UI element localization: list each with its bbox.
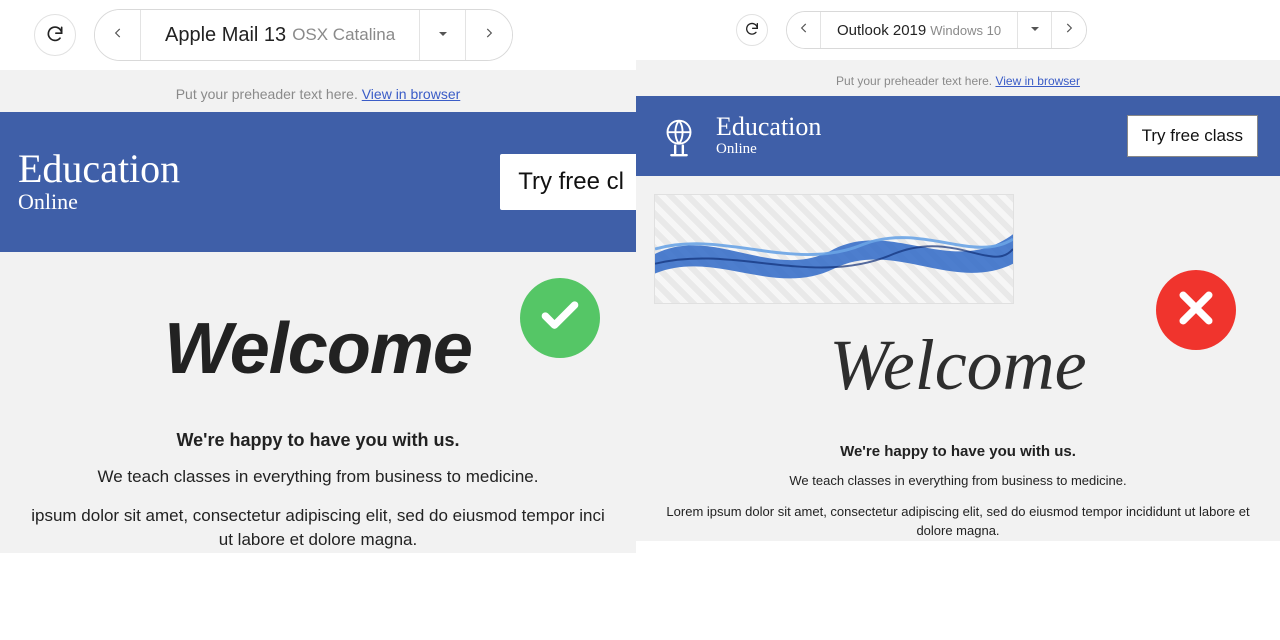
client-label: Apple Mail 13 OSX Catalina	[141, 10, 420, 60]
chevron-right-icon	[482, 26, 496, 45]
prev-client-button[interactable]	[787, 12, 821, 48]
hero-image-broken	[654, 194, 1014, 304]
brand-line2: Online	[716, 140, 821, 158]
brand-line1: Education	[18, 149, 180, 189]
client-name: Outlook 2019	[837, 22, 926, 39]
status-badge-ok	[520, 278, 600, 358]
chevron-left-icon	[797, 21, 811, 40]
tagline: We're happy to have you with us.	[24, 430, 612, 451]
tagline: We're happy to have you with us.	[660, 443, 1256, 460]
brand-line1: Education	[716, 114, 821, 140]
next-client-button[interactable]	[1052, 12, 1086, 48]
paragraph-2: ipsum dolor sit amet, consectetur adipis…	[24, 504, 612, 553]
brand-text: Education Online	[716, 114, 821, 158]
view-in-browser-link[interactable]: View in browser	[362, 86, 461, 102]
refresh-icon	[45, 24, 65, 47]
paragraph-1: We teach classes in everything from busi…	[660, 472, 1256, 491]
toolbar: Outlook 2019 Windows 10	[636, 0, 1280, 60]
globe-logo-icon	[656, 113, 702, 159]
client-os: Windows 10	[930, 23, 1001, 38]
next-client-button[interactable]	[466, 10, 512, 60]
email-body: Welcome We're happy to have you with us.…	[636, 324, 1280, 541]
preheader-text: Put your preheader text here.	[836, 74, 995, 88]
preheader: Put your preheader text here. View in br…	[636, 60, 1280, 96]
refresh-icon	[744, 21, 760, 40]
status-badge-error	[1156, 270, 1236, 350]
check-icon	[538, 294, 582, 343]
brand-bar: Education Online Try free class	[636, 96, 1280, 176]
brand-line2: Online	[18, 189, 180, 215]
caret-down-icon	[1030, 21, 1040, 39]
chevron-right-icon	[1062, 21, 1076, 40]
try-free-class-button[interactable]: Try free class	[1127, 115, 1258, 157]
client-dropdown-button[interactable]	[420, 10, 466, 60]
brand-bar: Education Online Try free cl	[0, 112, 636, 252]
preheader: Put your preheader text here. View in br…	[0, 70, 636, 112]
refresh-button[interactable]	[736, 14, 768, 46]
x-icon	[1174, 286, 1218, 335]
client-picker: Apple Mail 13 OSX Catalina	[94, 9, 513, 61]
client-os: OSX Catalina	[292, 25, 395, 45]
caret-down-icon	[438, 26, 448, 44]
preview-pane-right: Outlook 2019 Windows 10 Put your prehead…	[636, 0, 1280, 640]
toolbar: Apple Mail 13 OSX Catalina	[0, 0, 636, 70]
paragraph-1: We teach classes in everything from busi…	[24, 465, 612, 490]
view-in-browser-link[interactable]: View in browser	[995, 74, 1079, 88]
try-free-class-button[interactable]: Try free cl	[500, 154, 636, 210]
prev-client-button[interactable]	[95, 10, 141, 60]
refresh-button[interactable]	[34, 14, 76, 56]
preheader-text: Put your preheader text here.	[176, 86, 362, 102]
client-name: Apple Mail 13	[165, 24, 286, 47]
client-picker: Outlook 2019 Windows 10	[786, 11, 1087, 49]
client-label: Outlook 2019 Windows 10	[821, 12, 1018, 48]
paragraph-2: Lorem ipsum dolor sit amet, consectetur …	[660, 503, 1256, 541]
preview-pane-left: Apple Mail 13 OSX Catalina Put your preh…	[0, 0, 636, 640]
chevron-left-icon	[111, 26, 125, 45]
client-dropdown-button[interactable]	[1018, 12, 1052, 48]
brand-text: Education Online	[18, 149, 180, 215]
